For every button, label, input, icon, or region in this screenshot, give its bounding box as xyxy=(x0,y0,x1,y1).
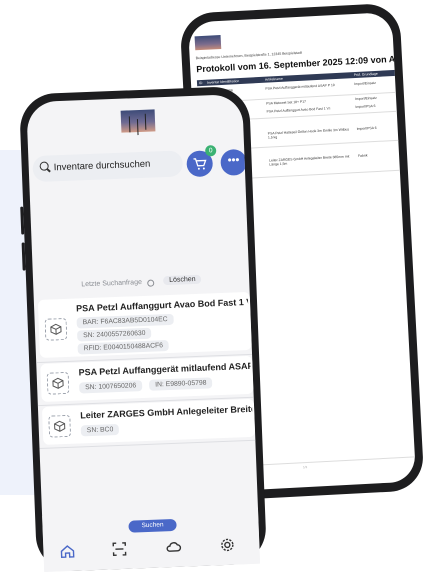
barcode-chip: BAR: F6AC83AB5D0104EC xyxy=(76,313,174,329)
serial-chip: SN: 2400557260630 xyxy=(77,327,152,342)
scan-icon[interactable] xyxy=(111,541,128,558)
list-item[interactable]: Leiter ZARGES GmbH Anlegeleiter Breite..… xyxy=(41,398,256,445)
col-name: Artikelname xyxy=(264,76,283,82)
more-button[interactable]: ••• xyxy=(220,148,248,176)
bottom-navigation: Suchen xyxy=(42,507,261,572)
cart-count-badge: 0 xyxy=(205,145,217,157)
phone-front: Inventare durchsuchen 0 ••• Letzte Sucha… xyxy=(18,85,268,572)
settings-icon[interactable] xyxy=(219,537,236,554)
list-item[interactable]: PSA Petzl Auffanggerät mitlaufend ASAP .… xyxy=(40,355,254,402)
col-id: ID xyxy=(198,80,203,86)
company-logo xyxy=(194,34,222,51)
cloud-icon[interactable] xyxy=(165,539,182,556)
home-icon[interactable] xyxy=(59,543,76,560)
search-placeholder: Inventare durchsuchen xyxy=(53,158,151,174)
company-logo xyxy=(120,109,156,133)
package-icon xyxy=(44,317,68,341)
item-title: Leiter ZARGES GmbH Anlegeleiter Breite..… xyxy=(80,403,253,421)
volume-up-button xyxy=(20,206,25,235)
search-input[interactable]: Inventare durchsuchen xyxy=(32,150,184,183)
item-title: PSA Petzl Auffanggerät mitlaufend ASAP .… xyxy=(78,360,251,378)
col-ident: Inventar Identifikation xyxy=(206,79,240,85)
app-screen: Inventare durchsuchen 0 ••• Letzte Sucha… xyxy=(26,94,261,572)
volume-down-button xyxy=(21,242,26,271)
search-icon xyxy=(39,161,49,171)
search-tab-pill[interactable]: Suchen xyxy=(128,518,177,533)
package-icon xyxy=(46,371,70,395)
inventory-chip: IN: E9890-05798 xyxy=(148,377,213,391)
clear-history-button[interactable]: Löschen xyxy=(162,274,202,286)
serial-chip: SN: 1007650206 xyxy=(79,380,143,394)
package-icon xyxy=(48,414,72,438)
item-title: PSA Petzl Auffanggurt Avao Bod Fast 1 V.… xyxy=(75,296,249,314)
col-basis: Prüf. Grundlage xyxy=(353,71,378,78)
serial-chip: SN: BC0 xyxy=(80,423,120,437)
page-number: 1/1 xyxy=(302,465,308,470)
list-item[interactable]: PSA Petzl Auffanggurt Avao Bod Fast 1 V.… xyxy=(37,291,252,358)
recent-search-label: Letzte Suchanfrage xyxy=(81,279,143,289)
recent-search-row: Letzte Suchanfrage Löschen xyxy=(33,274,249,294)
info-icon xyxy=(147,279,155,287)
cart-icon xyxy=(193,158,207,170)
rfid-chip: RFID: E0040150488ACF6 xyxy=(77,340,170,355)
